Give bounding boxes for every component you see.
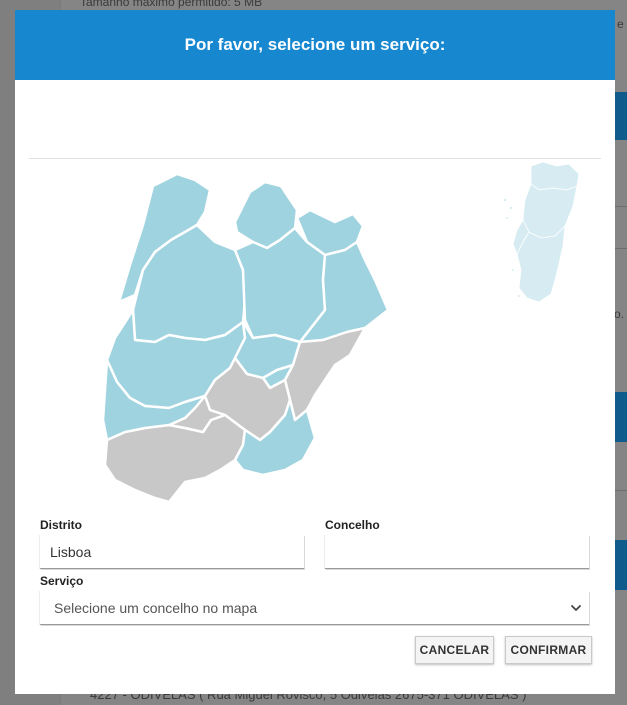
cancel-button[interactable]: CANCELAR bbox=[415, 636, 494, 664]
servico-select[interactable]: Selecione um concelho no mapa bbox=[40, 591, 589, 625]
district-map bbox=[101, 172, 390, 504]
overview-island bbox=[518, 295, 520, 297]
background-divider bbox=[614, 248, 627, 249]
servico-selected-value: Selecione um concelho no mapa bbox=[54, 599, 258, 616]
servico-label: Serviço bbox=[40, 574, 84, 588]
confirm-button[interactable]: CONFIRMAR bbox=[505, 636, 592, 664]
background-upload-note: Tamanho máximo permitido: 5 MB bbox=[80, 0, 263, 9]
service-selection-modal: Por favor, selecione um serviço: Distrit… bbox=[15, 10, 615, 694]
chevron-down-icon bbox=[571, 604, 581, 611]
modal-title: Por favor, selecione um serviço: bbox=[184, 35, 446, 54]
background-blue-bar bbox=[614, 392, 627, 442]
background-right-text-2: o. bbox=[614, 307, 625, 321]
distrito-label: Distrito bbox=[40, 518, 82, 532]
portugal-overview-map bbox=[503, 161, 580, 303]
overview-island bbox=[509, 206, 513, 210]
background-blue-bar bbox=[614, 540, 627, 590]
map-region-portalegre[interactable] bbox=[233, 226, 327, 344]
overview-region-center bbox=[522, 183, 578, 239]
distrito-field[interactable] bbox=[40, 535, 304, 569]
background-divider bbox=[614, 490, 627, 491]
modal-divider bbox=[29, 158, 601, 159]
overview-region-north bbox=[530, 161, 580, 191]
overview-island bbox=[512, 269, 514, 271]
concelho-field[interactable] bbox=[325, 535, 589, 569]
background-right-text: e o bbox=[617, 17, 627, 31]
background-divider bbox=[614, 206, 627, 207]
modal-header: Por favor, selecione um serviço: bbox=[15, 10, 615, 80]
concelho-label: Concelho bbox=[325, 518, 380, 532]
overview-island bbox=[506, 217, 508, 219]
overview-island bbox=[503, 198, 507, 202]
background-blue-bar bbox=[614, 92, 627, 140]
